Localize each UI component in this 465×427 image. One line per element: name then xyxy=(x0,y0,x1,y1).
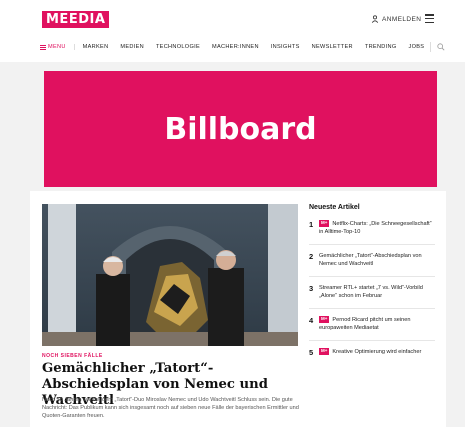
lead-kicker: NOCH SIEBEN FÄLLE xyxy=(42,353,103,359)
article-list-item[interactable]: 4 M+ Pernod Ricard pitcht um seinen europa… xyxy=(309,316,435,341)
hamburger-menu-icon[interactable] xyxy=(425,14,434,23)
article-title: Gemächlicher „Tatort“-Abschiedsplan von … xyxy=(319,253,422,267)
article-title: Netflix-Charts: „Die Schneegesellschaft“… xyxy=(319,221,432,235)
article-list-item[interactable]: 3 Streamer RTL+ startet „7 vs. Wild“-Vorb… xyxy=(309,284,435,309)
premium-badge: M+ xyxy=(319,220,330,227)
nav-item-technologie[interactable]: TECHNOLOGIE xyxy=(150,44,206,50)
article-title-wrap: M+ Netflix-Charts: „Die Schneegesellschaf… xyxy=(319,220,435,236)
menu-button[interactable]: MENU xyxy=(40,44,75,50)
article-title-wrap: M+ Kreative Optimierung wird einfacher xyxy=(319,348,435,357)
article-list-item[interactable]: 1 M+ Netflix-Charts: „Die Schneegesellscha… xyxy=(309,220,435,245)
newest-articles-title: Neueste Artikel xyxy=(309,204,360,211)
article-rank: 1 xyxy=(309,220,314,229)
newest-articles: Neueste Artikel 1 M+ Netflix-Charts: „Die … xyxy=(309,204,435,372)
article-rank: 4 xyxy=(309,316,314,325)
menu-bars-icon xyxy=(40,44,46,50)
nav-item-trending[interactable]: TRENDING xyxy=(359,44,403,50)
article-title: Kreative Optimierung wird einfacher xyxy=(332,349,422,355)
article-rank: 2 xyxy=(309,252,314,261)
nav-item-marken[interactable]: MARKEN xyxy=(75,44,115,50)
article-title-wrap: M+ Pernod Ricard pitcht um seinen europaw… xyxy=(319,316,435,332)
nav-item-jobs[interactable]: JOBS xyxy=(403,44,431,50)
main-nav: MENU MARKEN MEDIEN TECHNOLOGIE MACHER:IN… xyxy=(40,40,445,54)
user-icon xyxy=(371,15,379,23)
lead-article-image[interactable] xyxy=(42,204,298,346)
nav-item-medien[interactable]: MEDIEN xyxy=(114,44,150,50)
login-label: ANMELDEN xyxy=(382,15,422,23)
article-title: Streamer RTL+ startet „7 vs. Wild“-Vorbi… xyxy=(319,285,423,299)
login-link[interactable]: ANMELDEN xyxy=(371,15,421,23)
article-rank: 3 xyxy=(309,284,314,293)
site-logo[interactable]: MEEDIA xyxy=(42,11,110,28)
billboard-ad[interactable]: Billboard xyxy=(44,71,437,187)
billboard-label: Billboard xyxy=(164,111,317,147)
nav-item-insights[interactable]: INSIGHTS xyxy=(265,44,306,50)
site-header: MEEDIA ANMELDEN MENU MARKEN MEDIEN TECHN… xyxy=(0,0,465,62)
article-list-item[interactable]: 2 Gemächlicher „Tatort“-Abschiedsplan von… xyxy=(309,252,435,277)
lead-teaser: Nach 35 Jahren soll bei dem „Tatort“-Duo… xyxy=(42,397,299,419)
premium-badge: M+ xyxy=(319,348,330,355)
search-icon[interactable] xyxy=(430,42,445,52)
content-area: NOCH SIEBEN FÄLLE Gemächlicher „Tatort“-… xyxy=(30,191,446,427)
menu-label: MENU xyxy=(48,44,66,50)
article-list-item[interactable]: 5 M+ Kreative Optimierung wird einfacher xyxy=(309,348,435,365)
premium-badge: M+ xyxy=(319,316,330,323)
article-rank: 5 xyxy=(309,348,314,357)
article-title-wrap: Gemächlicher „Tatort“-Abschiedsplan von … xyxy=(319,252,435,268)
nav-item-macherinnen[interactable]: MACHER:INNEN xyxy=(206,44,265,50)
article-title-wrap: Streamer RTL+ startet „7 vs. Wild“-Vorbi… xyxy=(319,284,435,300)
article-title: Pernod Ricard pitcht um seinen europawei… xyxy=(319,317,411,331)
nav-item-newsletter[interactable]: NEWSLETTER xyxy=(306,44,359,50)
